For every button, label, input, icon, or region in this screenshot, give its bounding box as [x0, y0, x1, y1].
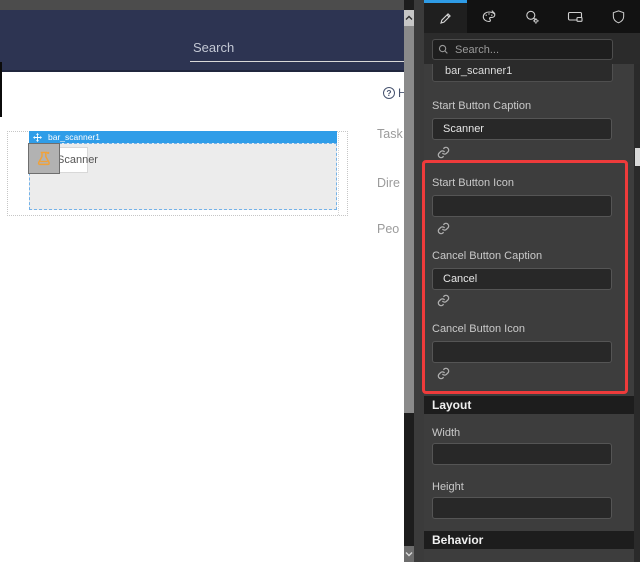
page-field-label: Task: [377, 127, 403, 141]
interaction-gear-icon: [526, 10, 539, 24]
preview-search-field[interactable]: Search: [193, 40, 234, 55]
link-icon[interactable]: [437, 146, 450, 159]
field-label: Height: [432, 481, 464, 493]
canvas-scrollbar[interactable]: [404, 0, 414, 562]
panel-tab-bar: [424, 0, 640, 33]
cancel-button-caption-input[interactable]: [432, 268, 612, 290]
field-label: Width: [432, 427, 461, 439]
page-field-label: Peo: [377, 222, 400, 236]
widget-icon-tile[interactable]: [28, 143, 60, 174]
shield-icon: [612, 9, 625, 23]
link-icon[interactable]: [437, 367, 450, 380]
cancel-button-icon-input[interactable]: [432, 341, 612, 363]
tab-styling[interactable]: [467, 0, 510, 33]
start-button-icon-input[interactable]: [432, 195, 612, 217]
link-icon[interactable]: [437, 294, 450, 307]
widget-name-field[interactable]: bar_scanner1: [432, 64, 613, 82]
panel-scrollbar[interactable]: [634, 64, 640, 562]
height-input[interactable]: [432, 497, 612, 519]
properties-panel: bar_scanner1 Start Button Caption Start …: [424, 0, 640, 562]
field-label: Cancel Button Icon: [432, 323, 525, 335]
section-layout[interactable]: Layout: [424, 396, 634, 414]
canvas-edge: [0, 62, 2, 117]
scroll-up-button[interactable]: [404, 10, 414, 26]
field-label: Start Button Icon: [432, 177, 514, 189]
panel-divider[interactable]: [414, 0, 424, 562]
help-circle-icon: ?: [383, 87, 395, 99]
panel-scrollbar-thumb[interactable]: [635, 148, 640, 166]
panel-content: bar_scanner1 Start Button Caption Start …: [424, 64, 640, 562]
tab-pages[interactable]: [554, 0, 597, 33]
panel-search-input[interactable]: [432, 39, 613, 60]
preview-search-underline: [190, 61, 404, 62]
tab-security[interactable]: [597, 0, 640, 33]
tab-properties[interactable]: [424, 0, 468, 33]
scroll-down-button[interactable]: [404, 546, 414, 562]
palette-icon: [482, 9, 496, 22]
tab-interaction[interactable]: [510, 0, 553, 33]
flask-icon: [37, 151, 50, 165]
search-icon: [438, 44, 448, 54]
device-icon: [567, 11, 583, 22]
preview-navbar: Search: [0, 10, 404, 72]
page-field-label: Dire: [377, 176, 400, 190]
field-label: Cancel Button Caption: [432, 250, 543, 262]
link-icon[interactable]: [437, 222, 450, 235]
scrollbar-thumb[interactable]: [404, 26, 414, 413]
pencil-icon: [440, 12, 451, 24]
chevron-up-icon: [405, 15, 413, 20]
field-label: Start Button Caption: [432, 100, 532, 112]
panel-search-row: [424, 33, 640, 64]
drop-zone-guide: [338, 132, 339, 215]
selected-widget-name: bar_scanner1: [48, 132, 100, 142]
chevron-down-icon: [405, 552, 413, 557]
help-link[interactable]: ? H: [383, 86, 404, 100]
move-icon[interactable]: [33, 132, 42, 142]
section-behavior[interactable]: Behavior: [424, 531, 634, 549]
app-window: Search ? H Task Dire Peo bar_scanner1 Sc…: [0, 0, 640, 562]
start-button-caption-input[interactable]: [432, 118, 612, 140]
selected-widget-header[interactable]: bar_scanner1: [29, 131, 337, 143]
width-input[interactable]: [432, 443, 612, 465]
scanner-button-caption: Scanner: [57, 154, 98, 166]
page-canvas[interactable]: Search ? H Task Dire Peo bar_scanner1 Sc…: [0, 0, 404, 562]
window-top-strip: [0, 0, 414, 10]
